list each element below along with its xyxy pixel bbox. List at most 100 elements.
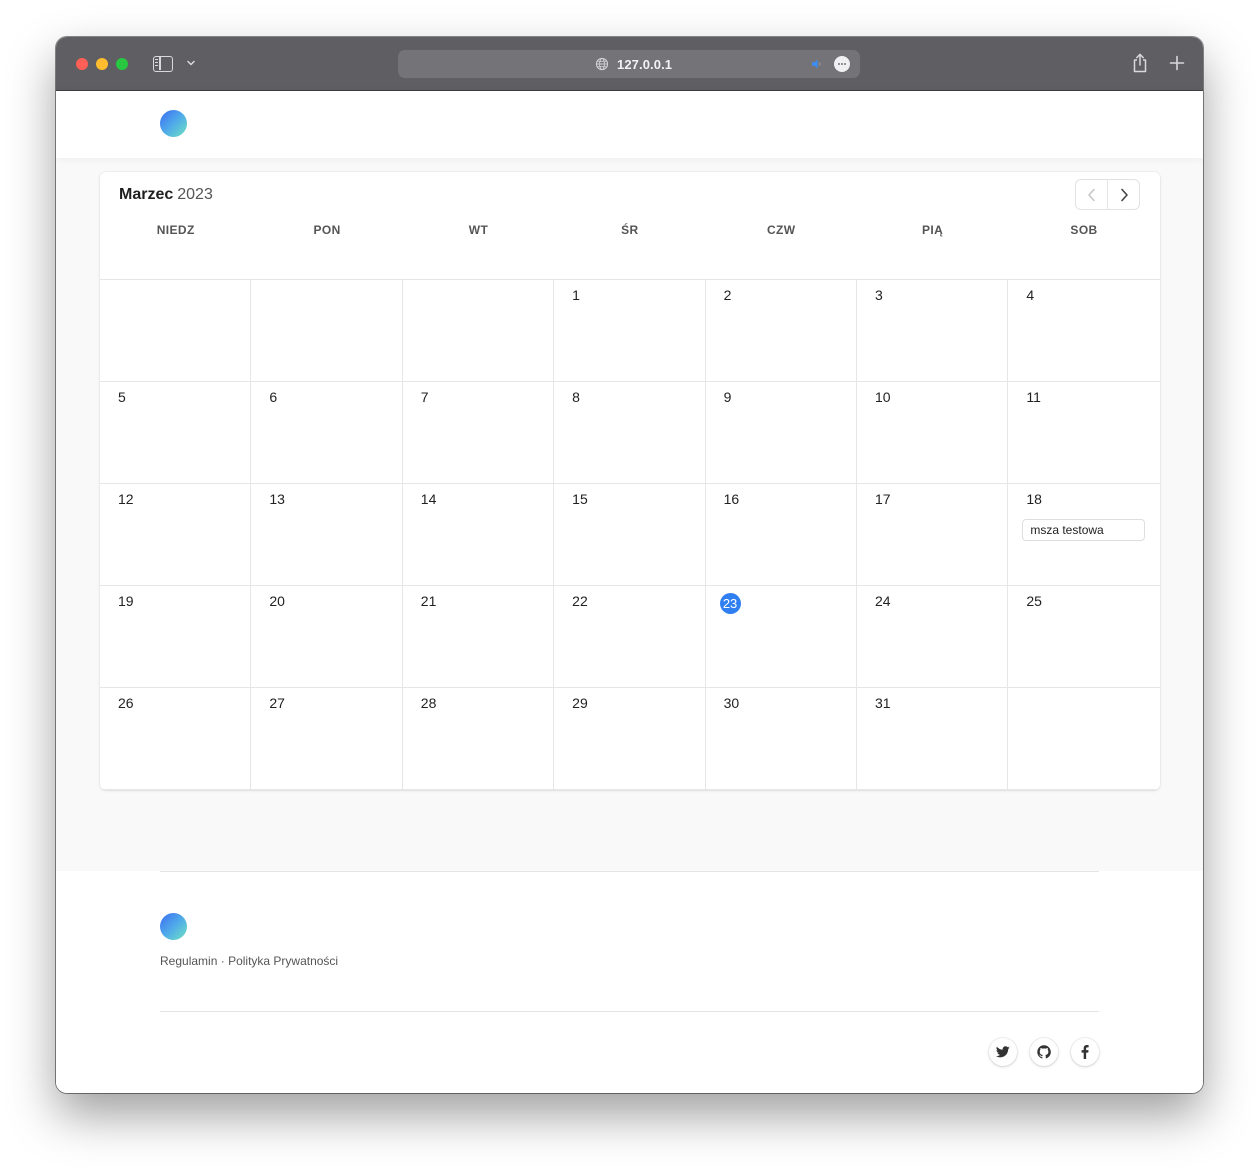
day-cell[interactable]: 1 xyxy=(554,280,706,382)
empty-day-cell xyxy=(251,280,403,382)
day-cell[interactable]: 11 xyxy=(1008,382,1160,484)
day-cell[interactable]: 26 xyxy=(100,688,252,790)
day-number: 26 xyxy=(118,695,134,711)
day-cell[interactable]: 29 xyxy=(554,688,706,790)
weekday-label: PIĄ xyxy=(922,223,944,237)
day-cell[interactable]: 28 xyxy=(402,688,555,790)
day-number: 13 xyxy=(269,491,285,507)
day-cell[interactable]: 21 xyxy=(402,586,555,688)
day-cell[interactable]: 7 xyxy=(402,382,555,484)
more-options-icon[interactable] xyxy=(834,56,850,72)
day-cell[interactable]: 3 xyxy=(856,280,1009,382)
day-number: 9 xyxy=(723,389,732,405)
day-cell[interactable]: 24 xyxy=(856,586,1009,688)
day-number: 8 xyxy=(572,389,580,405)
main-content: Marzec2023 NIEDZPONWTŚRCZWPIĄSOB xyxy=(56,158,1203,871)
day-cell[interactable]: 25 xyxy=(1008,586,1160,688)
day-number: 28 xyxy=(420,695,437,711)
zoom-window-button[interactable] xyxy=(116,58,128,70)
new-tab-icon[interactable] xyxy=(1169,55,1185,71)
weekday-label: ŚR xyxy=(621,223,639,237)
day-number: 3 xyxy=(874,287,883,303)
globe-icon xyxy=(595,57,609,71)
weekday-label: CZW xyxy=(766,223,796,237)
month-navigation xyxy=(1075,179,1140,210)
privacy-policy-link[interactable]: Polityka Prywatności xyxy=(228,954,338,968)
github-icon xyxy=(1037,1045,1051,1059)
footer-divider xyxy=(160,1011,1099,1012)
twitter-button[interactable] xyxy=(989,1038,1017,1066)
weekday-label: PON xyxy=(313,223,341,237)
calendar-title: Marzec 2023 xyxy=(119,186,213,204)
day-cell[interactable]: 31 xyxy=(856,688,1009,790)
footer-divider xyxy=(160,871,1099,872)
day-cell[interactable]: 12 xyxy=(100,484,252,586)
github-button[interactable] xyxy=(1030,1038,1058,1066)
day-cell[interactable]: 22 xyxy=(554,586,706,688)
page: Marzec2023 NIEDZPONWTŚRCZWPIĄSOB xyxy=(56,91,1203,1093)
facebook-icon xyxy=(1081,1045,1089,1059)
day-number: 6 xyxy=(269,389,278,405)
day-number: 12 xyxy=(118,491,134,507)
day-number: 16 xyxy=(723,491,740,507)
day-number: 5 xyxy=(118,389,126,405)
day-cell[interactable]: 5 xyxy=(100,382,252,484)
site-header xyxy=(56,91,1203,158)
day-cell[interactable]: 19 xyxy=(100,586,252,688)
day-cell[interactable]: 15 xyxy=(554,484,706,586)
browser-toolbar: 127.0.0.1 xyxy=(56,37,1203,91)
calendar-event[interactable]: msza testowa xyxy=(1022,519,1146,541)
day-number: 2 xyxy=(723,287,732,303)
chevron-down-icon[interactable] xyxy=(187,59,195,67)
site-logo[interactable] xyxy=(160,110,187,137)
day-cell[interactable]: 17 xyxy=(856,484,1009,586)
day-cell[interactable]: 14 xyxy=(402,484,555,586)
day-cell[interactable]: 27 xyxy=(251,688,403,790)
calendar-year: 2023 xyxy=(177,186,213,203)
day-number: 30 xyxy=(723,695,740,711)
empty-day-cell xyxy=(1008,688,1160,790)
previous-month-button[interactable] xyxy=(1076,180,1107,209)
day-number: 1 xyxy=(572,287,580,303)
day-cell[interactable]: 20 xyxy=(251,586,403,688)
chevron-right-icon xyxy=(1120,188,1128,201)
link-separator: · xyxy=(220,954,225,968)
day-cell[interactable]: 23 xyxy=(705,586,857,688)
chevron-left-icon xyxy=(1087,188,1095,201)
footer-logo[interactable] xyxy=(160,913,187,940)
day-cell[interactable]: 4 xyxy=(1008,280,1160,382)
day-cell[interactable]: 8 xyxy=(554,382,706,484)
browser-window: 127.0.0.1 Marzec 2023 NIEDZ PON WT ŚR CZ… xyxy=(56,37,1203,1093)
day-number: 7 xyxy=(420,389,429,405)
day-cell[interactable]: 16 xyxy=(705,484,857,586)
share-icon[interactable] xyxy=(1131,53,1149,73)
day-number: 29 xyxy=(572,695,588,711)
calendar: Marzec2023 NIEDZPONWTŚRCZWPIĄSOB xyxy=(100,172,1160,790)
minimize-window-button[interactable] xyxy=(96,58,108,70)
today-day-number: 23 xyxy=(719,593,741,614)
speaker-icon[interactable] xyxy=(811,58,823,70)
day-number: 11 xyxy=(1026,389,1041,405)
site-footer: Regulamin · Polityka Prywatności xyxy=(56,871,1203,1093)
day-cell[interactable]: 6 xyxy=(251,382,403,484)
day-number: 15 xyxy=(572,491,588,507)
facebook-button[interactable] xyxy=(1071,1038,1099,1066)
empty-day-cell xyxy=(100,280,252,382)
day-number: 21 xyxy=(420,593,437,609)
address-bar[interactable]: 127.0.0.1 xyxy=(398,50,860,78)
day-cell[interactable]: 9 xyxy=(705,382,857,484)
url-text: 127.0.0.1 xyxy=(617,57,673,72)
close-window-button[interactable] xyxy=(76,58,88,70)
next-month-button[interactable] xyxy=(1107,180,1139,209)
day-number: 14 xyxy=(420,491,437,507)
day-cell[interactable]: 18 msza testowa xyxy=(1008,484,1160,586)
terms-link[interactable]: Regulamin xyxy=(160,954,217,968)
sidebar-toggle-icon[interactable] xyxy=(153,56,173,72)
day-number: 20 xyxy=(269,593,285,609)
twitter-icon xyxy=(996,1046,1010,1058)
day-cell[interactable]: 13 xyxy=(251,484,403,586)
day-cell[interactable]: 2 xyxy=(705,280,857,382)
day-cell[interactable]: 30 xyxy=(705,688,857,790)
day-number: 18 xyxy=(1026,491,1042,507)
day-cell[interactable]: 10 xyxy=(856,382,1009,484)
